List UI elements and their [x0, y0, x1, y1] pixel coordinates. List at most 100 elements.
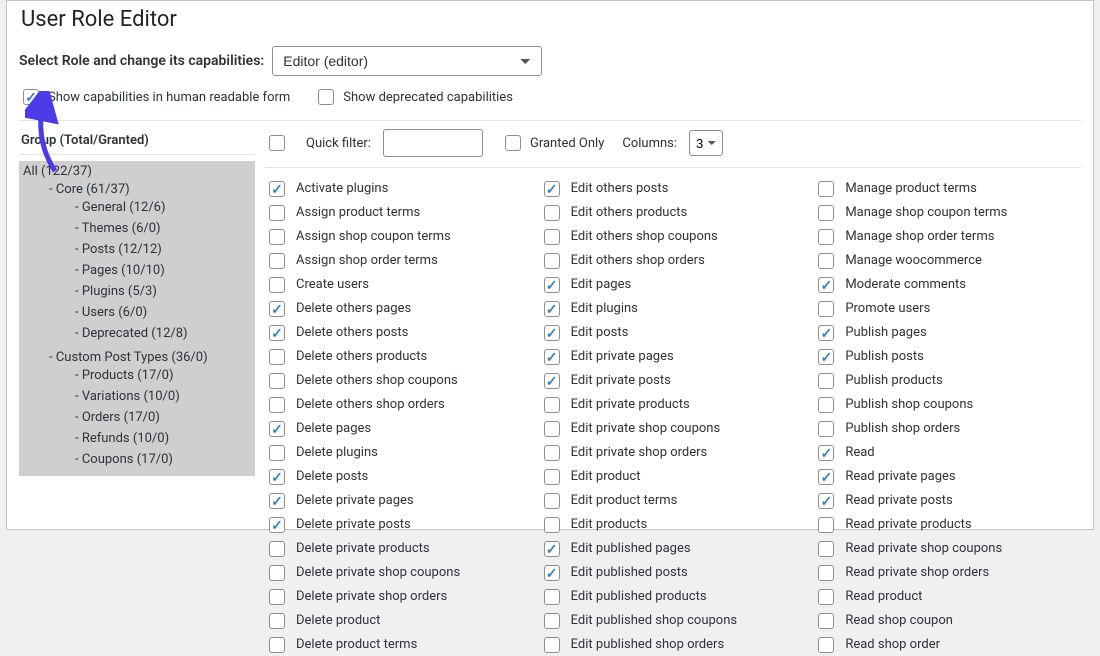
capability-item[interactable]: Read private pages [814, 466, 1081, 488]
capability-checkbox[interactable] [544, 637, 560, 653]
group-item[interactable]: Plugins (5/3) [71, 281, 255, 302]
capability-checkbox[interactable] [269, 517, 285, 533]
capability-item[interactable]: Read shop order [814, 634, 1081, 656]
capability-checkbox[interactable] [544, 469, 560, 485]
capability-checkbox[interactable] [544, 301, 560, 317]
capability-item[interactable]: Delete posts [265, 466, 532, 488]
capability-item[interactable]: Assign shop order terms [265, 250, 532, 272]
capability-checkbox[interactable] [544, 421, 560, 437]
quick-filter-input[interactable] [383, 129, 483, 157]
capability-checkbox[interactable] [269, 349, 285, 365]
capability-item[interactable]: Activate plugins [265, 178, 532, 200]
group-item[interactable]: Products (17/0) [71, 365, 255, 386]
columns-select[interactable]: 3 [689, 130, 723, 156]
capability-checkbox[interactable] [544, 613, 560, 629]
capability-item[interactable]: Manage product terms [814, 178, 1081, 200]
human-readable-checkbox[interactable] [23, 89, 39, 105]
capability-checkbox[interactable] [269, 181, 285, 197]
capability-item[interactable]: Edit published pages [540, 538, 807, 560]
capability-item[interactable]: Edit published products [540, 586, 807, 608]
capability-item[interactable]: Edit others products [540, 202, 807, 224]
capability-item[interactable]: Publish products [814, 370, 1081, 392]
capability-item[interactable]: Assign product terms [265, 202, 532, 224]
capability-item[interactable]: Edit others shop orders [540, 250, 807, 272]
capability-checkbox[interactable] [544, 253, 560, 269]
capability-item[interactable]: Edit products [540, 514, 807, 536]
show-deprecated-checkbox[interactable] [318, 89, 334, 105]
capability-item[interactable]: Delete others products [265, 346, 532, 368]
capability-checkbox[interactable] [544, 349, 560, 365]
capability-item[interactable]: Delete private products [265, 538, 532, 560]
capability-item[interactable]: Publish shop orders [814, 418, 1081, 440]
capability-checkbox[interactable] [269, 469, 285, 485]
capability-item[interactable]: Delete pages [265, 418, 532, 440]
group-item[interactable]: Variations (10/0) [71, 386, 255, 407]
capability-checkbox[interactable] [269, 613, 285, 629]
capability-item[interactable]: Delete others pages [265, 298, 532, 320]
capability-checkbox[interactable] [544, 205, 560, 221]
capability-checkbox[interactable] [544, 589, 560, 605]
capability-item[interactable]: Edit private products [540, 394, 807, 416]
group-item[interactable]: Deprecated (12/8) [71, 323, 255, 344]
capability-checkbox[interactable] [544, 277, 560, 293]
group-item[interactable]: All (122/37)Core (61/37)General (12/6)Th… [19, 161, 255, 476]
capability-item[interactable]: Publish shop coupons [814, 394, 1081, 416]
capability-item[interactable]: Read product [814, 586, 1081, 608]
capability-item[interactable]: Edit product [540, 466, 807, 488]
capability-checkbox[interactable] [269, 589, 285, 605]
capability-checkbox[interactable] [269, 421, 285, 437]
capability-checkbox[interactable] [269, 397, 285, 413]
capability-checkbox[interactable] [544, 325, 560, 341]
capability-item[interactable]: Publish posts [814, 346, 1081, 368]
granted-only-option[interactable]: Granted Only [501, 132, 604, 154]
capability-item[interactable]: Delete private pages [265, 490, 532, 512]
capability-checkbox[interactable] [818, 565, 834, 581]
capability-checkbox[interactable] [818, 493, 834, 509]
capability-checkbox[interactable] [269, 493, 285, 509]
group-item[interactable]: Users (6/0) [71, 302, 255, 323]
capability-checkbox[interactable] [818, 349, 834, 365]
capability-item[interactable]: Edit plugins [540, 298, 807, 320]
capability-checkbox[interactable] [269, 325, 285, 341]
capability-item[interactable]: Edit private posts [540, 370, 807, 392]
capability-checkbox[interactable] [269, 565, 285, 581]
capability-item[interactable]: Assign shop coupon terms [265, 226, 532, 248]
capability-checkbox[interactable] [818, 373, 834, 389]
capability-checkbox[interactable] [269, 277, 285, 293]
capability-checkbox[interactable] [269, 373, 285, 389]
capability-item[interactable]: Edit published shop coupons [540, 610, 807, 632]
select-all-checkbox[interactable] [269, 135, 285, 151]
capability-item[interactable]: Delete product terms [265, 634, 532, 656]
granted-only-checkbox[interactable] [505, 135, 521, 151]
capability-checkbox[interactable] [544, 445, 560, 461]
capability-item[interactable]: Moderate comments [814, 274, 1081, 296]
capability-checkbox[interactable] [818, 397, 834, 413]
capability-checkbox[interactable] [818, 469, 834, 485]
capability-item[interactable]: Read shop coupon [814, 610, 1081, 632]
group-item[interactable]: Orders (17/0) [71, 407, 255, 428]
group-item[interactable]: Custom Post Types (36/0)Products (17/0)V… [45, 347, 255, 473]
capability-item[interactable]: Manage woocommerce [814, 250, 1081, 272]
capability-item[interactable]: Edit pages [540, 274, 807, 296]
capability-item[interactable]: Edit published posts [540, 562, 807, 584]
capability-item[interactable]: Edit others shop coupons [540, 226, 807, 248]
capability-item[interactable]: Delete private shop orders [265, 586, 532, 608]
capability-checkbox[interactable] [818, 541, 834, 557]
capability-checkbox[interactable] [818, 229, 834, 245]
capability-checkbox[interactable] [818, 445, 834, 461]
capability-checkbox[interactable] [544, 397, 560, 413]
capability-item[interactable]: Edit private shop orders [540, 442, 807, 464]
capability-checkbox[interactable] [269, 541, 285, 557]
capability-checkbox[interactable] [544, 373, 560, 389]
capability-item[interactable]: Read private shop coupons [814, 538, 1081, 560]
capability-checkbox[interactable] [818, 253, 834, 269]
capability-checkbox[interactable] [818, 181, 834, 197]
capability-item[interactable]: Edit posts [540, 322, 807, 344]
group-item[interactable]: Themes (6/0) [71, 218, 255, 239]
capability-item[interactable]: Edit private pages [540, 346, 807, 368]
capability-checkbox[interactable] [544, 541, 560, 557]
capability-checkbox[interactable] [269, 301, 285, 317]
capability-checkbox[interactable] [269, 229, 285, 245]
capability-item[interactable]: Manage shop coupon terms [814, 202, 1081, 224]
capability-checkbox[interactable] [818, 325, 834, 341]
